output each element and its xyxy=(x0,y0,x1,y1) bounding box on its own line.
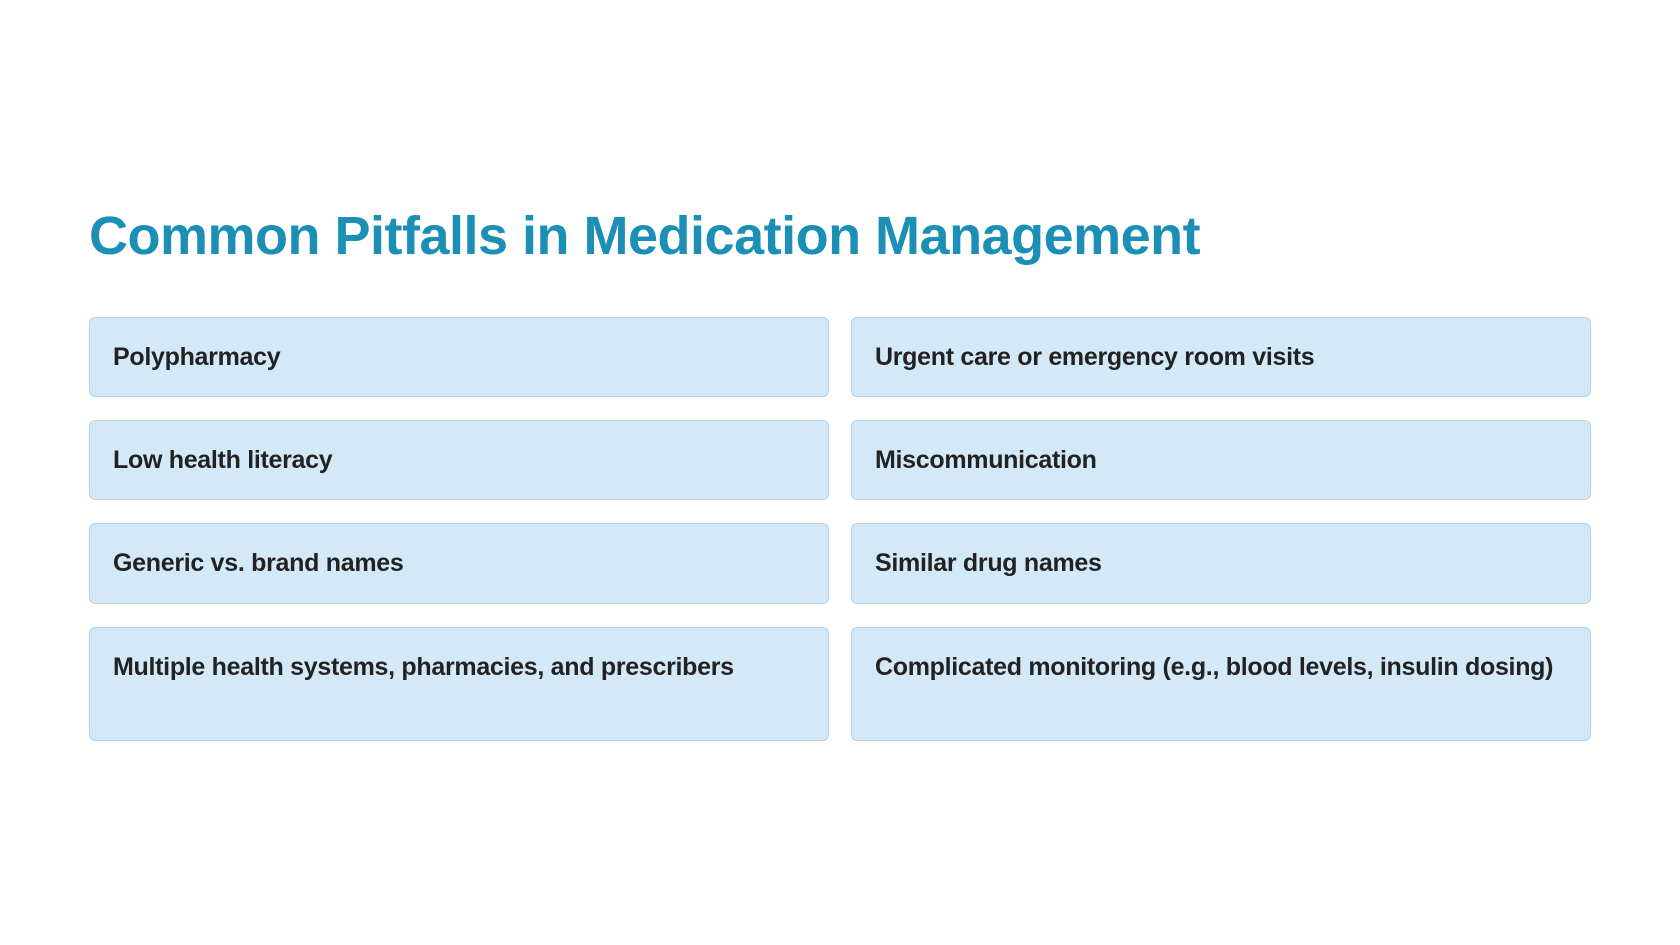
pitfall-card-generic-brand: Generic vs. brand names xyxy=(89,523,829,604)
pitfall-card-urgent-care: Urgent care or emergency room visits xyxy=(851,317,1591,397)
pitfall-card-miscommunication: Miscommunication xyxy=(851,420,1591,500)
pitfalls-grid: Polypharmacy Urgent care or emergency ro… xyxy=(89,317,1591,741)
pitfall-card-polypharmacy: Polypharmacy xyxy=(89,317,829,397)
page-title: Common Pitfalls in Medication Management xyxy=(89,206,1201,266)
pitfall-card-multiple-systems: Multiple health systems, pharmacies, and… xyxy=(89,627,829,741)
pitfall-card-health-literacy: Low health literacy xyxy=(89,420,829,500)
pitfall-card-similar-names: Similar drug names xyxy=(851,523,1591,604)
pitfall-card-monitoring: Complicated monitoring (e.g., blood leve… xyxy=(851,627,1591,741)
